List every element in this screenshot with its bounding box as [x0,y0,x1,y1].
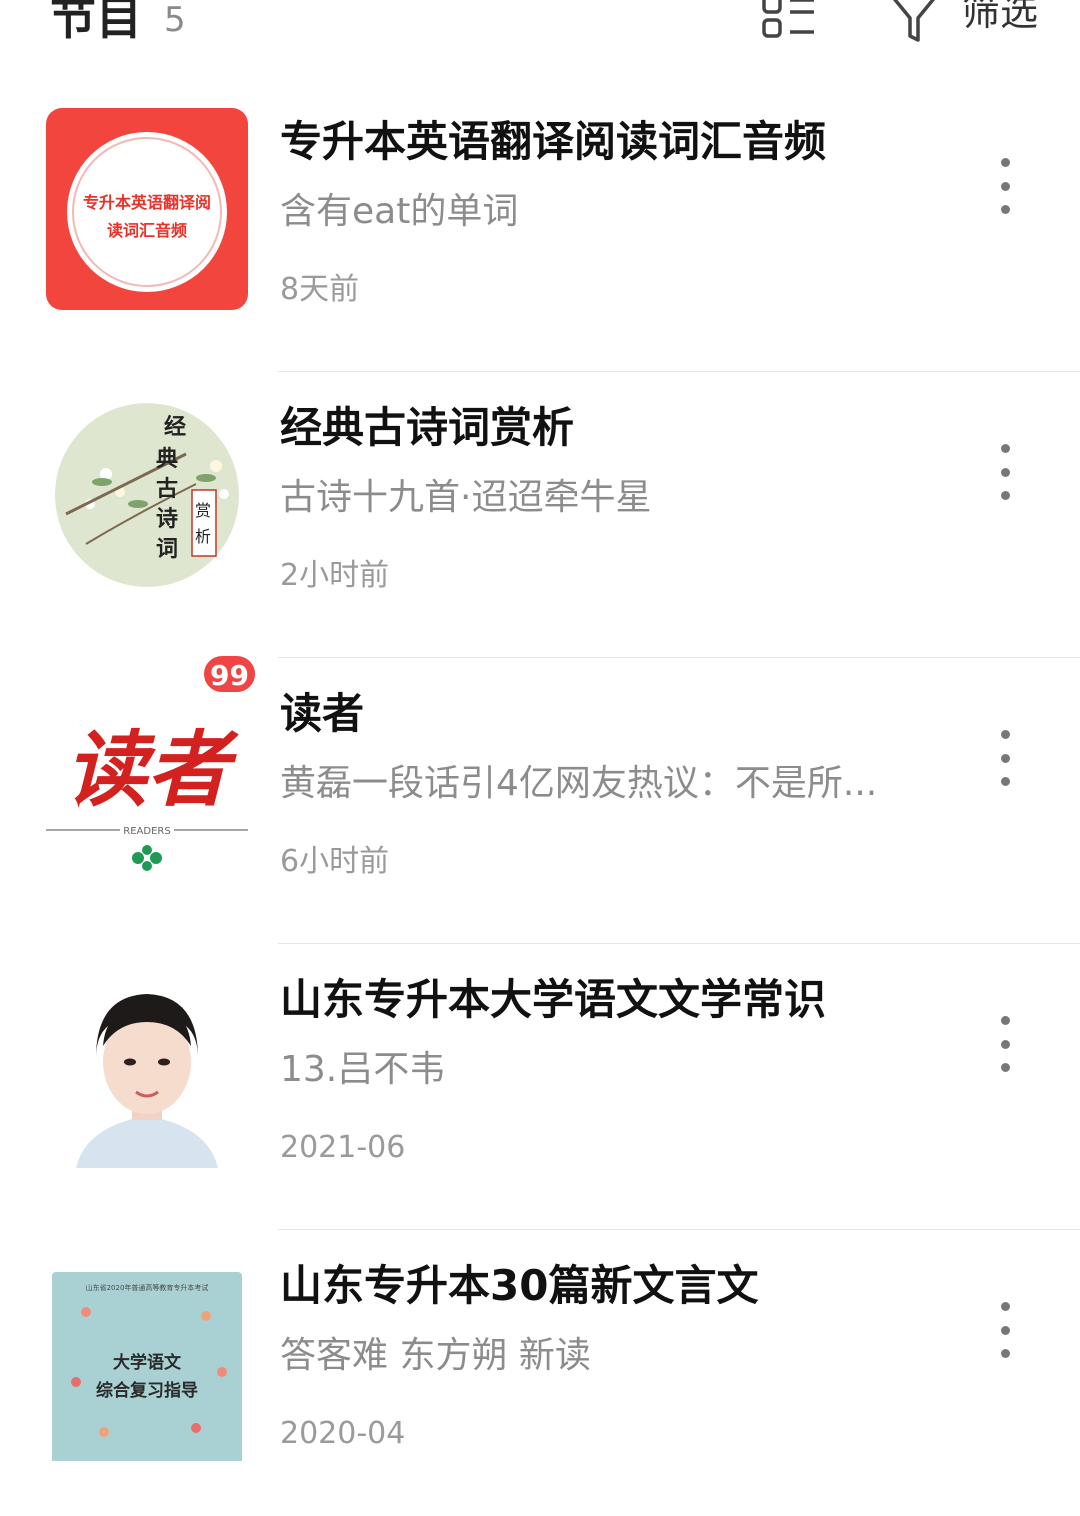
episode-title: 13.吕不韦 [280,1049,446,1090]
program-title: 山东专升本大学语文文学常识 [280,975,827,1024]
cover-text: READERS [123,826,170,837]
cover-text: 诗 [156,506,178,532]
episode-title: 古诗十九首·迢迢牵牛星 [280,477,652,518]
cover-art: 经 典 古 诗 词 赏 析 [55,403,239,587]
portrait-image [76,994,218,1168]
more-icon-dot [1000,205,1010,214]
cover-text: 大学语文 [113,1352,182,1373]
program-title: 读者 [280,689,365,738]
program-cover: 专升本英语翻译阅 读词汇音频 [46,108,248,310]
list-item[interactable]: 山东省2020年普通高等教育专升本考试 大学语文 综合复习指导 山东专升本30篇… [0,1230,1080,1516]
list-item[interactable]: 读者 READERS 99 读者 黄磊一段话引4亿网友热议：不是所... 6小时… [0,654,1080,944]
page-header: 节目 5 筛选 [0,0,1080,80]
filter-button[interactable]: 筛选 [888,0,1058,50]
more-options-button[interactable] [982,1014,1028,1074]
more-icon-dot [1000,1063,1010,1072]
cover-text: 析 [195,527,211,546]
cover-text: 读者 [65,722,239,818]
program-cover [46,966,248,1168]
more-icon [1000,730,1010,739]
list-view-icon [762,0,814,38]
cover-text: 读词汇音频 [107,221,187,240]
page-title: 节目 [50,0,142,45]
cover-text: 山东省2020年普通高等教育专升本考试 [86,1283,209,1292]
cover-art: 专升本英语翻译阅 读词汇音频 [67,132,227,292]
more-icon-dot [1000,491,1010,500]
more-options-button[interactable] [982,442,1028,502]
cover-text: 词 [156,536,178,562]
cover-text: 综合复习指导 [96,1380,198,1401]
filter-label: 筛选 [962,0,1039,34]
list-view-button[interactable] [760,0,818,46]
more-icon [1000,444,1010,453]
funnel-icon [893,0,935,42]
more-options-button[interactable] [982,156,1028,216]
update-time: 6小时前 [280,844,390,879]
more-icon [1000,158,1010,167]
program-title: 经典古诗词赏析 [280,403,575,452]
cover-text: 赏 [195,501,211,520]
list-item[interactable]: 山东专升本大学语文文学常识 13.吕不韦 2021-06 [0,944,1080,1230]
program-cover: 经 典 古 诗 词 赏 析 [46,394,248,596]
update-time: 2020-04 [280,1416,406,1451]
program-cover: 山东省2020年普通高等教育专升本考试 大学语文 综合复习指导 [46,1252,248,1461]
program-count: 5 [164,0,186,40]
more-icon [1000,1016,1010,1025]
program-title: 专升本英语翻译阅读词汇音频 [280,117,827,166]
cover-text: 专升本英语翻译阅 [83,193,211,212]
cover-art: 读者 READERS [46,722,248,871]
more-icon [1000,1302,1010,1311]
more-icon-dot [1000,467,1010,477]
episode-title: 答客难 东方朔 新读 [280,1335,591,1376]
update-time: 2021-06 [280,1130,406,1165]
more-icon-dot [1000,1349,1010,1358]
cover-text: 古 [156,476,178,502]
list-item[interactable]: 经 典 古 诗 词 赏 析 经典古诗词赏析 古诗十九首·迢迢牵牛星 2小时前 [0,372,1080,658]
more-options-button[interactable] [982,728,1028,788]
cover-text: 典 [156,446,178,472]
more-icon-dot [1000,1039,1010,1049]
more-icon-dot [1000,181,1010,191]
more-icon-dot [1000,777,1010,786]
cover-art: 山东省2020年普通高等教育专升本考试 大学语文 综合复习指导 [52,1272,242,1461]
program-cover: 读者 READERS [46,680,248,882]
more-icon-dot [1000,753,1010,763]
update-time: 2小时前 [280,558,390,593]
update-time: 8天前 [280,272,360,307]
list-item[interactable]: 专升本英语翻译阅 读词汇音频 专升本英语翻译阅读词汇音频 含有eat的单词 8天… [0,86,1080,372]
more-options-button[interactable] [982,1300,1028,1360]
cover-text: 经 [164,414,186,440]
unread-badge: 99 [202,654,257,694]
episode-title: 黄磊一段话引4亿网友热议：不是所... [280,763,878,804]
program-title: 山东专升本30篇新文言文 [280,1261,759,1310]
episode-title: 含有eat的单词 [280,191,519,232]
more-icon-dot [1000,1325,1010,1335]
